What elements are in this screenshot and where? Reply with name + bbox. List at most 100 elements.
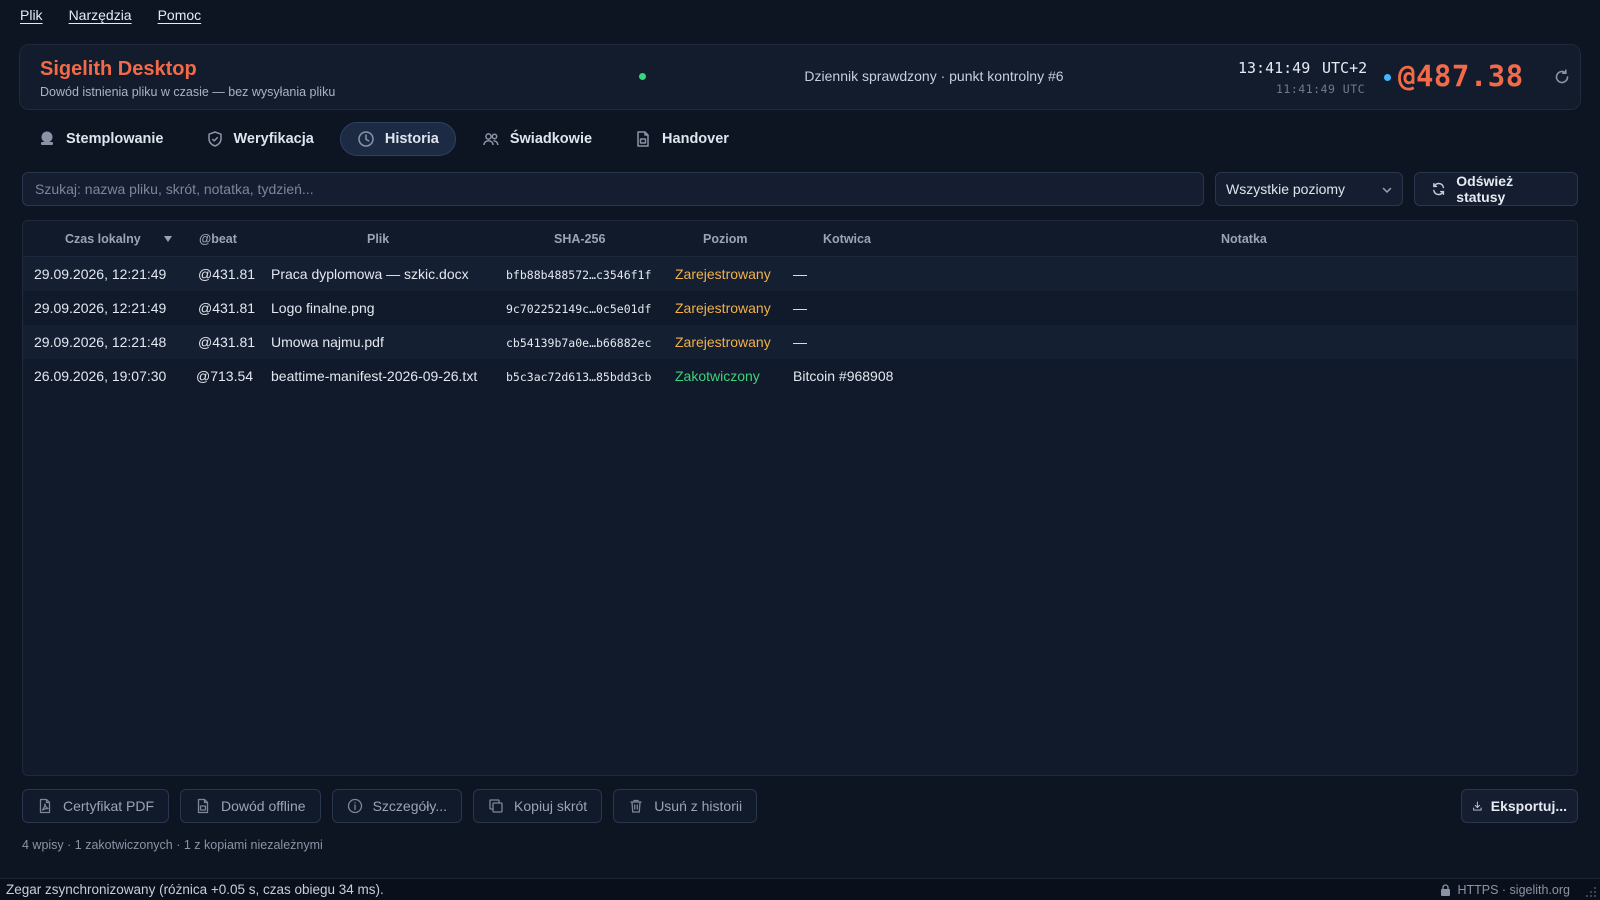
tab-historia[interactable]: Historia	[339, 122, 456, 156]
column-header-beat[interactable]: @beat	[199, 232, 237, 246]
clock-utc: 11:41:49 UTC	[1276, 82, 1366, 96]
cell-time: 29.09.2026, 12:21:48	[34, 334, 167, 350]
table-row[interactable]: 29.09.2026, 12:21:48 @431.81 Umowa najmu…	[23, 325, 1577, 359]
tab-label: Historia	[384, 131, 439, 147]
column-header-note[interactable]: Notatka	[1221, 232, 1267, 246]
users-icon	[483, 133, 499, 146]
cell-hash: 9c702252149c…0c5e01df	[506, 302, 652, 316]
cell-file: beattime-manifest-2026-09-26.txt	[271, 368, 478, 384]
tab-label: Handover	[662, 131, 729, 147]
copy-icon	[489, 799, 503, 813]
history-table: Czas lokalny @beat Plik SHA-256 Poziom K…	[22, 220, 1578, 776]
level-filter-value: Wszystkie poziomy	[1226, 181, 1346, 197]
column-header-time[interactable]: Czas lokalny	[65, 232, 141, 246]
app-subtitle: Dowód istnienia pliku w czasie — bez wys…	[40, 85, 336, 99]
cell-hash: bfb88b488572…c3546f1f	[506, 268, 652, 282]
connection-label: HTTPS · sigelith.org	[1457, 883, 1570, 897]
document-icon	[197, 798, 209, 814]
document-icon	[637, 131, 649, 147]
search-input[interactable]	[22, 172, 1204, 206]
pdf-certificate-button[interactable]: Certyfikat PDF	[22, 789, 170, 823]
tab-stemplowanie[interactable]: Stemplowanie	[22, 122, 180, 156]
menu-bar: Plik Narzędzia Pomoc	[0, 0, 1600, 30]
table-row[interactable]: 29.09.2026, 12:21:49 @431.81 Praca dyplo…	[23, 257, 1577, 291]
beat-status-dot	[1384, 74, 1391, 81]
copy-hash-label: Kopiuj skrót	[514, 798, 588, 814]
tab-weryfikacja[interactable]: Weryfikacja	[190, 122, 330, 156]
info-icon	[347, 798, 362, 814]
cell-beat: @431.81	[198, 300, 256, 316]
action-bar: Certyfikat PDF Dowód offline Szczegóły..…	[22, 789, 758, 823]
cell-hash: cb54139b7a0e…b66882ec	[506, 336, 652, 350]
tab-label: Weryfikacja	[233, 131, 314, 147]
cell-file: Umowa najmu.pdf	[271, 334, 384, 350]
menu-file[interactable]: Plik	[20, 7, 43, 23]
details-button[interactable]: Szczegóły...	[331, 789, 463, 823]
column-header-anchor[interactable]: Kotwica	[823, 232, 871, 246]
cell-hash: b5c3ac72d613…85bdd3cb	[506, 370, 652, 384]
sort-desc-icon	[164, 236, 172, 242]
status-message: Zegar zsynchronizowany (różnica +0.05 s,…	[6, 882, 384, 897]
level-filter-select[interactable]: Wszystkie poziomy	[1215, 172, 1403, 206]
cell-time: 29.09.2026, 12:21:49	[34, 266, 167, 282]
main-tabs: Stemplowanie Weryfikacja Historia Świadk…	[22, 122, 755, 156]
table-row[interactable]: 29.09.2026, 12:21:49 @431.81 Logo finaln…	[23, 291, 1577, 325]
menu-tools[interactable]: Narzędzia	[69, 7, 132, 23]
app-header: Sigelith Desktop Dowód istnienia pliku w…	[19, 44, 1581, 110]
clock-timezone: UTC+2	[1322, 59, 1368, 77]
refresh-icon	[1433, 182, 1445, 196]
cell-beat: @431.81	[198, 334, 256, 350]
pdf-certificate-label: Certyfikat PDF	[63, 798, 155, 814]
column-header-file[interactable]: Plik	[367, 232, 389, 246]
tab-swiadkowie[interactable]: Świadkowie	[466, 122, 608, 156]
status-bar: Zegar zsynchronizowany (różnica +0.05 s,…	[0, 878, 1600, 900]
stamp-icon	[41, 131, 53, 145]
app-title: Sigelith Desktop	[40, 58, 197, 80]
cell-level: Zarejestrowany	[675, 300, 771, 316]
column-header-sha[interactable]: SHA-256	[554, 232, 605, 246]
export-button[interactable]: Eksportuj...	[1461, 789, 1578, 823]
table-header: Czas lokalny @beat Plik SHA-256 Poziom K…	[23, 221, 1577, 257]
cell-anchor: Bitcoin #968908	[793, 368, 894, 384]
export-label: Eksportuj...	[1490, 798, 1567, 814]
menu-help[interactable]: Pomoc	[158, 7, 202, 23]
cell-anchor: —	[793, 300, 807, 316]
refresh-statuses-label: Odśwież statusy	[1456, 173, 1514, 205]
details-label: Szczegóły...	[372, 798, 448, 814]
tab-handover[interactable]: Handover	[618, 122, 745, 156]
beat-value: @487.38	[1398, 59, 1524, 93]
cell-file: Praca dyplomowa — szkic.docx	[271, 266, 469, 282]
cell-level: Zarejestrowany	[675, 334, 771, 350]
shield-icon	[207, 131, 222, 147]
clock-icon	[358, 131, 374, 147]
tab-label: Świadkowie	[509, 131, 593, 147]
delete-from-history-button[interactable]: Usuń z historii	[613, 789, 758, 823]
connection-indicator: HTTPS · sigelith.org	[1440, 883, 1570, 897]
chevron-down-icon	[1382, 187, 1392, 194]
cell-time: 26.09.2026, 19:07:30	[34, 368, 167, 384]
offline-proof-button[interactable]: Dowód offline	[180, 789, 321, 823]
pdf-icon	[39, 798, 51, 814]
copy-hash-button[interactable]: Kopiuj skrót	[473, 789, 603, 823]
resize-grip-icon[interactable]	[1585, 886, 1597, 898]
table-body: 29.09.2026, 12:21:49 @431.81 Praca dyplo…	[23, 257, 1577, 393]
lock-icon	[1441, 884, 1451, 896]
clock-local: 13:41:49	[1238, 59, 1311, 77]
trash-icon	[630, 799, 642, 813]
cell-level: Zakotwiczony	[675, 368, 760, 384]
column-header-level[interactable]: Poziom	[703, 232, 747, 246]
offline-proof-label: Dowód offline	[221, 798, 306, 814]
refresh-statuses-button[interactable]: Odśwież statusy	[1414, 172, 1578, 206]
journal-status-dot	[639, 73, 646, 80]
cell-beat: @431.81	[198, 266, 256, 282]
refresh-icon[interactable]	[1552, 67, 1572, 87]
cell-time: 29.09.2026, 12:21:49	[34, 300, 167, 316]
cell-anchor: —	[793, 266, 807, 282]
tab-label: Stemplowanie	[66, 131, 164, 147]
table-row[interactable]: 26.09.2026, 19:07:30 @713.54 beattime-ma…	[23, 359, 1577, 393]
cell-anchor: —	[793, 334, 807, 350]
cell-beat: @713.54	[196, 368, 254, 384]
cell-level: Zarejestrowany	[675, 266, 771, 282]
delete-from-history-label: Usuń z historii	[654, 798, 743, 814]
download-icon	[1473, 801, 1482, 811]
